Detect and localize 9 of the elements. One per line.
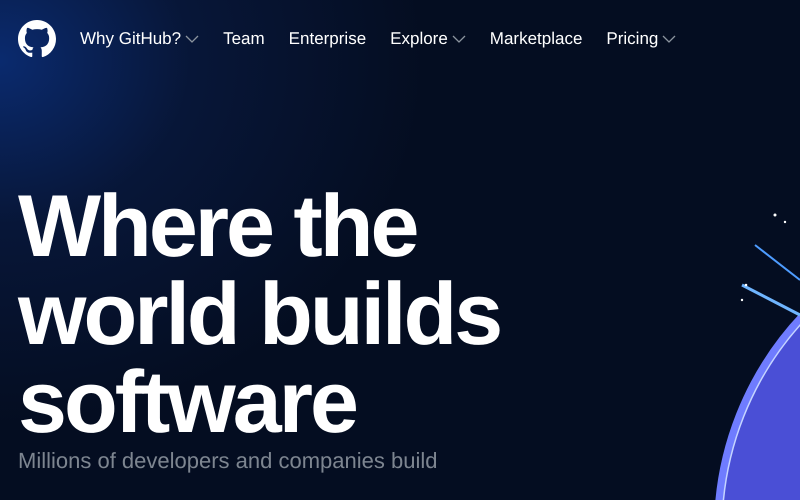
- hero-subtitle: Millions of developers and companies build: [18, 448, 438, 474]
- nav-link[interactable]: Enterprise: [288, 26, 366, 52]
- nav-link[interactable]: Explore: [390, 26, 466, 52]
- nav-link[interactable]: Team: [223, 26, 265, 52]
- nav-link[interactable]: Why GitHub?: [80, 26, 200, 52]
- hero-headline: Where the world builds software: [18, 182, 500, 446]
- nav-link[interactable]: Marketplace: [490, 26, 582, 52]
- github-logo-icon[interactable]: [18, 20, 56, 58]
- nav-link[interactable]: Pricing: [606, 26, 676, 52]
